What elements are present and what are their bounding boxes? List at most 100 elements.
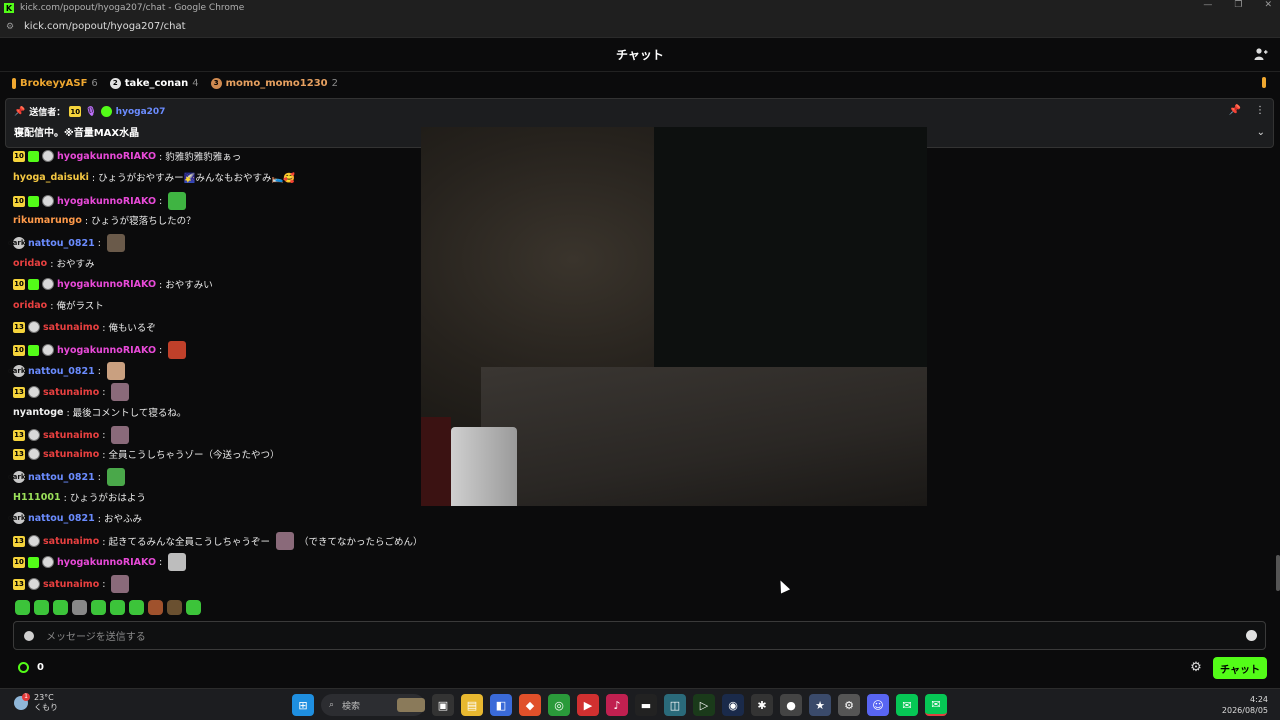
chat-emote	[111, 426, 130, 444]
chat-message[interactable]: oridao: 俺がラスト	[13, 298, 104, 313]
gifter-badge: dark9	[7, 471, 31, 483]
chat-message[interactable]: 10 hyogakunnoRIAKO: おやすみい	[13, 277, 213, 291]
chat-username[interactable]: nattou_0821	[28, 366, 95, 377]
address-bar[interactable]: ⚙ kick.com/popout/hyoga207/chat	[0, 16, 1280, 38]
more-options-icon[interactable]: ⋮	[1255, 105, 1265, 116]
channel-points[interactable]: 0	[18, 662, 44, 673]
message-placeholder[interactable]: メッセージを送信する	[46, 628, 146, 643]
emote-button[interactable]	[15, 600, 30, 615]
chat-username[interactable]: nattou_0821	[28, 238, 95, 249]
chat-username[interactable]: satunaimo	[43, 430, 99, 441]
emote-button[interactable]	[186, 600, 201, 615]
users-icon[interactable]	[1254, 47, 1268, 61]
app-icon[interactable]: ◫	[664, 694, 686, 716]
leaderboard-item[interactable]: 3 momo_momo1230 2	[210, 77, 338, 89]
moderator-badge-icon	[28, 535, 40, 547]
chat-message[interactable]: 13 satunaimo:	[13, 383, 130, 401]
chat-message[interactable]: 13 satunaimo:	[13, 426, 130, 444]
chat-username[interactable]: rikumarungo	[13, 215, 82, 226]
emote-button[interactable]	[110, 600, 125, 615]
chat-message[interactable]: 10 hyogakunnoRIAKO:	[13, 341, 187, 359]
chat-username[interactable]: oridao	[13, 258, 47, 269]
taskbar-search[interactable]: ⌕ 検索	[321, 694, 425, 716]
emote-button[interactable]	[167, 600, 182, 615]
unpin-icon[interactable]: 📌	[1229, 105, 1241, 116]
chat-message[interactable]: oridao: おやすみ	[13, 256, 94, 271]
chat-username[interactable]: hyogakunnoRIAKO	[57, 557, 156, 568]
app-icon[interactable]: ▬	[635, 694, 657, 716]
app-icon[interactable]: ▶	[577, 694, 599, 716]
chat-username[interactable]: satunaimo	[43, 387, 99, 398]
chat-message[interactable]: H111001: ひょうがおはよう	[13, 490, 146, 505]
chrome-icon[interactable]: ◎	[548, 694, 570, 716]
url-text[interactable]: kick.com/popout/hyoga207/chat	[24, 21, 186, 32]
message-input[interactable]: メッセージを送信する	[13, 621, 1266, 650]
line-active-icon[interactable]: ✉	[925, 694, 947, 716]
chat-messages[interactable]: 10 hyogakunnoRIAKO: 豹雅豹雅豹雅ぁっ hyoga_daisuki…	[0, 146, 1280, 594]
settings-icon[interactable]: ⚙	[838, 694, 860, 716]
emote-button[interactable]	[72, 600, 87, 615]
emote-button[interactable]	[129, 600, 144, 615]
chat-message[interactable]: 13 satunaimo: 全員こうしちゃうゾー（今送ったやつ）	[13, 447, 279, 461]
emote-button[interactable]	[34, 600, 49, 615]
system-clock[interactable]: 4:24 2026/08/05	[1222, 694, 1268, 716]
start-icon[interactable]: ⊞	[292, 694, 314, 716]
file-explorer-icon[interactable]: ▤	[461, 694, 483, 716]
chat-message[interactable]: hyoga_daisuki: ひょうがおやすみー🌠みんなもおやすみ🛌🥰	[13, 170, 295, 185]
chat-message[interactable]: 13 satunaimo: 起きてるみんな全員こうしちゃうぞー （できてなかったらご…	[13, 532, 422, 550]
chat-username[interactable]: nyantoge	[13, 407, 63, 418]
chat-message[interactable]: 10 hyogakunnoRIAKO:	[13, 192, 187, 210]
chat-message[interactable]: 13 satunaimo:	[13, 575, 130, 593]
tiktok-icon[interactable]: ♪	[606, 694, 628, 716]
leaderboard-item[interactable]: BrokeyyASF 6	[12, 77, 98, 89]
steam-icon[interactable]: ◉	[722, 694, 744, 716]
chat-username[interactable]: hyogakunnoRIAKO	[57, 345, 156, 356]
chat-username[interactable]: hyogakunnoRIAKO	[57, 196, 156, 207]
chat-message[interactable]: dark9 nattou_0821: おやふみ	[8, 511, 142, 525]
obs-icon[interactable]: ●	[780, 694, 802, 716]
chat-username[interactable]: hyogakunnoRIAKO	[57, 279, 156, 290]
chat-message[interactable]: 10 hyogakunnoRIAKO:	[13, 553, 187, 571]
emoji-picker-icon[interactable]	[1246, 630, 1257, 641]
line-icon[interactable]: ✉	[896, 694, 918, 716]
chat-username[interactable]: satunaimo	[43, 322, 99, 333]
leaderboard-item[interactable]: 2 take_conan 4	[109, 77, 199, 89]
chat-message[interactable]: dark9 nattou_0821:	[8, 234, 125, 252]
chat-username[interactable]: oridao	[13, 300, 47, 311]
weather-widget[interactable]: 1 23°C くもり	[14, 693, 58, 713]
chat-username[interactable]: satunaimo	[43, 449, 99, 460]
gear-icon[interactable]: ⚙	[1189, 661, 1203, 675]
chat-scrollbar[interactable]	[1276, 555, 1280, 591]
chat-message[interactable]: 10 hyogakunnoRIAKO: 豹雅豹雅豹雅ぁっ	[13, 149, 241, 163]
chat-username[interactable]: satunaimo	[43, 536, 99, 547]
app-icon[interactable]: ◧	[490, 694, 512, 716]
chat-message[interactable]: 13 satunaimo: 俺もいるぞ	[13, 320, 156, 334]
emote-button[interactable]	[91, 600, 106, 615]
leaderboard-scroll-icon[interactable]	[1262, 77, 1266, 88]
chat-message[interactable]: rikumarungo: ひょうが寝落ちしたの？	[13, 213, 196, 228]
chat-message[interactable]: dark9 nattou_0821:	[8, 362, 125, 380]
chat-username[interactable]: nattou_0821	[28, 472, 95, 483]
app-icon[interactable]: ▷	[693, 694, 715, 716]
emote-button[interactable]	[148, 600, 163, 615]
chat-username[interactable]: nattou_0821	[28, 513, 95, 524]
emote-button[interactable]	[53, 600, 68, 615]
chevron-down-icon[interactable]: ⌄	[1257, 127, 1265, 138]
chat-username[interactable]: hyogakunnoRIAKO	[57, 151, 156, 162]
chat-username[interactable]: H111001	[13, 492, 61, 503]
restore-button[interactable]: ❐	[1234, 0, 1242, 10]
task-view-icon[interactable]: ▣	[432, 694, 454, 716]
brave-browser-icon[interactable]: ◆	[519, 694, 541, 716]
app-icon[interactable]: ★	[809, 694, 831, 716]
minimize-button[interactable]: —	[1203, 0, 1212, 10]
chat-message[interactable]: dark9 nattou_0821:	[7, 468, 125, 486]
app-icon[interactable]: ✱	[751, 694, 773, 716]
close-button[interactable]: ✕	[1264, 0, 1272, 10]
chat-username[interactable]: hyoga_daisuki	[13, 172, 89, 183]
chat-message[interactable]: nyantoge: 最後コメントして寝るね。	[13, 405, 186, 420]
send-chat-button[interactable]: チャット	[1213, 657, 1267, 679]
pinned-user[interactable]: hyoga207	[116, 107, 166, 117]
site-info-icon[interactable]: ⚙	[6, 22, 18, 32]
chat-username[interactable]: satunaimo	[43, 579, 99, 590]
discord-icon[interactable]: ☺	[867, 694, 889, 716]
